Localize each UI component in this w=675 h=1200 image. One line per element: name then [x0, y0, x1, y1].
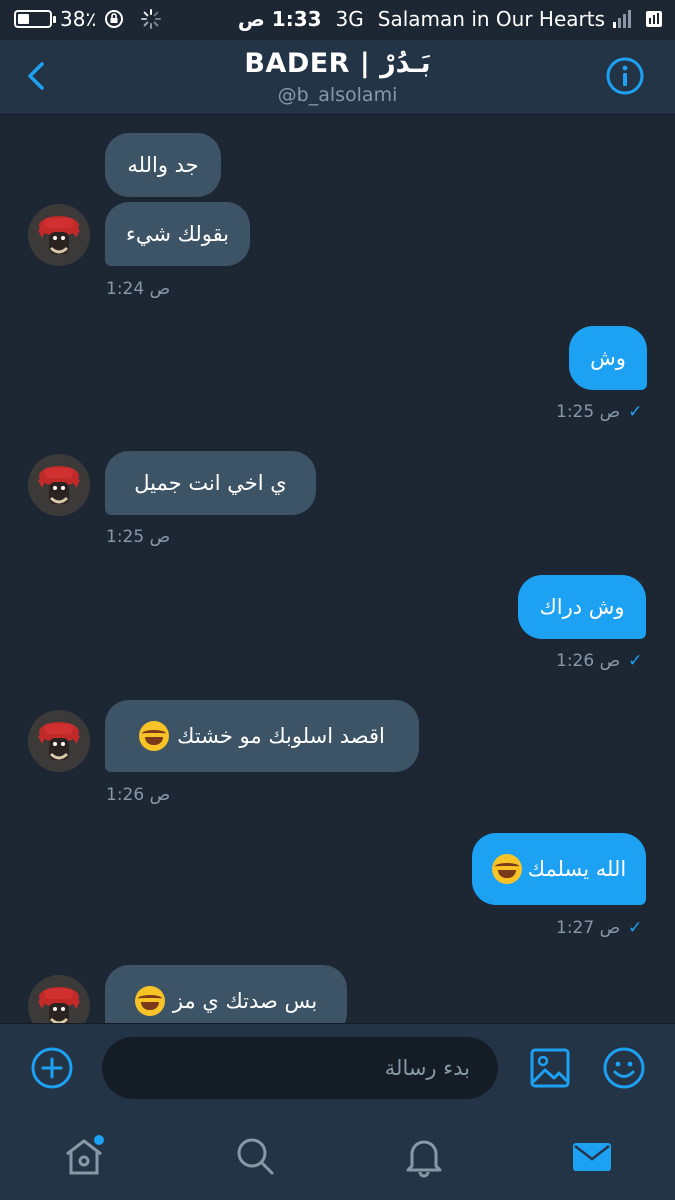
- rotation-lock-icon: [105, 10, 124, 28]
- conversation-title: BADER | بَـدُرْ: [244, 48, 431, 79]
- avatar-image: [38, 216, 80, 254]
- message-bubble-received[interactable]: بقولك شيء: [105, 202, 250, 266]
- message-timestamp: 1:26 ص: [106, 785, 170, 805]
- sent-check-icon: ✓: [628, 918, 643, 938]
- message-input[interactable]: [102, 1037, 498, 1099]
- timestamp-text: 1:26 ص: [556, 651, 621, 671]
- message-text: وش: [590, 345, 626, 370]
- wifi-indicator-icon: [646, 11, 662, 27]
- network-type: 3G: [335, 7, 364, 31]
- rolling-on-the-floor-laughing-icon: [491, 854, 522, 884]
- loading-spinner-icon: [141, 9, 162, 29]
- message-timestamp: 1:24 ص: [106, 279, 170, 299]
- message-text: جد والله: [127, 152, 199, 177]
- home-icon[interactable]: [62, 1134, 106, 1178]
- avatar-image: [38, 466, 80, 504]
- timestamp-text: 1:26 ص: [106, 785, 171, 805]
- message-bubble-received[interactable]: ي اخي انت جميل: [105, 451, 316, 515]
- message-text: بقولك شيء: [125, 221, 230, 246]
- message-bubble-received[interactable]: جد والله: [105, 133, 221, 197]
- avatar-image: [38, 987, 80, 1023]
- timestamp-text: 1:27 ص: [556, 918, 621, 938]
- face-with-tears-of-joy-icon: [139, 721, 170, 751]
- notifications-icon[interactable]: [402, 1134, 446, 1178]
- message-text: الله يسلمك: [527, 856, 627, 881]
- conversation-header: BADER | بَـدُرْ @b_alsolami: [0, 40, 675, 115]
- status-left: 38٪: [14, 7, 162, 31]
- carrier-name: Salaman in Our Hearts: [377, 7, 605, 31]
- message-timestamp: 1:25 ص ✓: [556, 402, 642, 422]
- emoji-icon[interactable]: [602, 1046, 646, 1090]
- message-text: ي اخي انت جميل: [134, 470, 287, 495]
- face-with-tears-of-joy-icon: [134, 986, 165, 1016]
- status-right: 1:33 ص 3G Salaman in Our Hearts: [238, 7, 663, 31]
- message-text: وش دراك: [539, 594, 625, 619]
- avatar[interactable]: [28, 975, 90, 1023]
- message-bubble-sent[interactable]: وش دراك: [518, 575, 646, 639]
- message-timestamp: 1:25 ص: [106, 527, 170, 547]
- avatar-image: [38, 722, 80, 760]
- search-icon[interactable]: [233, 1134, 277, 1178]
- timestamp-text: 1:24 ص: [106, 279, 171, 299]
- image-icon[interactable]: [528, 1046, 572, 1090]
- sent-check-icon: ✓: [628, 651, 643, 671]
- avatar[interactable]: [28, 710, 90, 772]
- avatar[interactable]: [28, 454, 90, 516]
- messages-icon[interactable]: [570, 1134, 614, 1178]
- message-composer: [0, 1023, 675, 1112]
- timestamp-text: 1:25 ص: [106, 527, 171, 547]
- conversation-handle: @b_alsolami: [277, 84, 398, 106]
- message-text: بس صدتك ي مز: [172, 988, 318, 1013]
- message-bubble-received[interactable]: بس صدتك ي مز: [105, 965, 347, 1023]
- message-timestamp: 1:26 ص ✓: [556, 651, 642, 671]
- message-timestamp: 1:27 ص ✓: [556, 918, 642, 938]
- add-media-button[interactable]: [30, 1046, 74, 1090]
- avatar[interactable]: [28, 204, 90, 266]
- message-list: جد والله بقولك شيء 1:24 ص وش 1:25 ص ✓ ي ا…: [0, 115, 675, 1023]
- status-bar: 38٪ 1:33 ص 3G Salaman in Our Hearts: [0, 0, 675, 40]
- message-bubble-sent[interactable]: وش: [569, 326, 647, 390]
- sent-check-icon: ✓: [628, 402, 643, 422]
- info-button[interactable]: [605, 56, 645, 96]
- bottom-tab-bar: [0, 1112, 675, 1200]
- message-bubble-sent[interactable]: الله يسلمك: [472, 833, 646, 905]
- timestamp-text: 1:25 ص: [556, 402, 621, 422]
- battery-percent: 38٪: [60, 7, 97, 31]
- battery-icon: [14, 10, 56, 28]
- signal-icon: [613, 10, 631, 28]
- message-text: اقصد اسلوبك مو خشتك: [177, 723, 385, 748]
- status-clock: 1:33 ص: [237, 7, 322, 31]
- message-bubble-received[interactable]: اقصد اسلوبك مو خشتك: [105, 700, 419, 772]
